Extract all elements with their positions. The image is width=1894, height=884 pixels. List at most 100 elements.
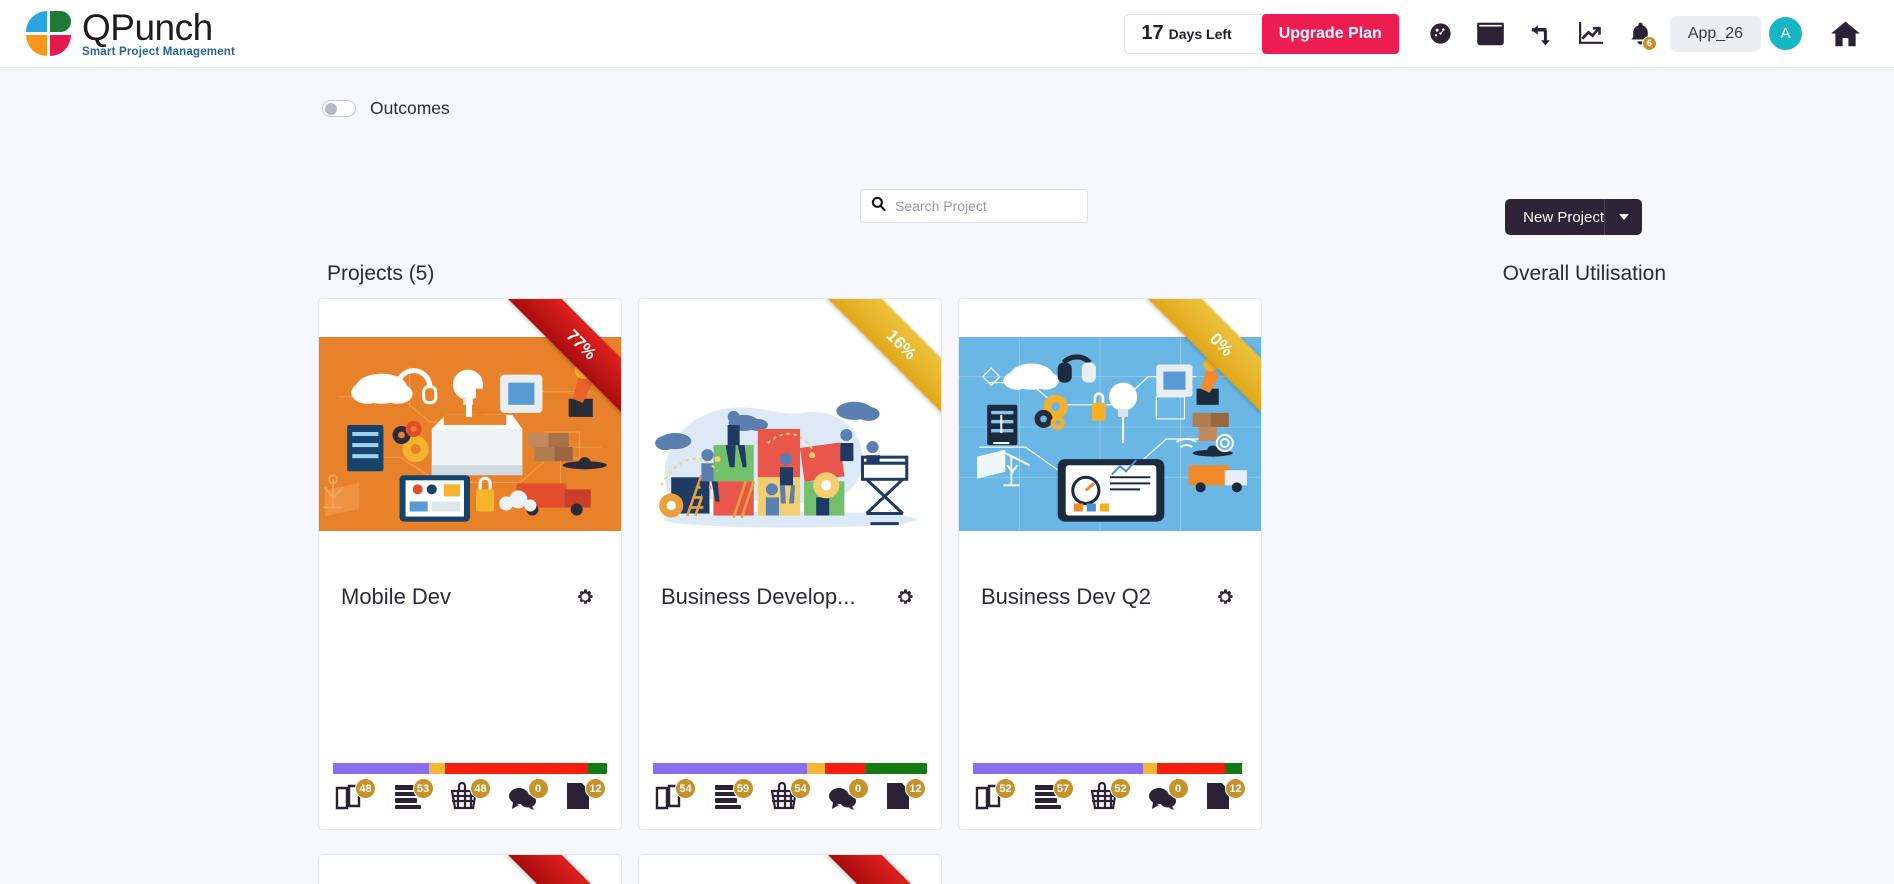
stat-calendar-basket[interactable]: 52 (1090, 778, 1131, 815)
project-card-slot: 77% (318, 298, 638, 830)
stat-count-badge: 52 (1110, 778, 1131, 799)
project-title: Mobile Dev (341, 584, 452, 609)
stat-folder[interactable]: 12 (885, 778, 926, 815)
project-card[interactable]: 0% Business Dev Q2 52 57 52 0 12 (958, 298, 1262, 830)
app-header: QPunch Smart Project Management 17 Days … (0, 0, 1894, 68)
projects-toolbar: Outcomes New Project (0, 68, 1894, 235)
stat-count-badge: 52 (995, 778, 1016, 799)
workspace-selector[interactable]: App_26 (1669, 15, 1761, 52)
chevron-down-icon[interactable] (1604, 199, 1642, 235)
card-top-spacer (639, 299, 941, 337)
sync-exchange-icon[interactable] (1516, 12, 1566, 56)
project-card-slot: 77% (638, 854, 958, 884)
project-settings-gear-icon[interactable] (571, 583, 599, 611)
card-title-row: Business Dev Q2 (959, 531, 1261, 611)
stat-count-badge: 12 (1225, 778, 1246, 799)
card-title-row: Business Develop... (639, 531, 941, 611)
progress-segment (1156, 763, 1226, 774)
outcomes-toggle-label: Outcomes (370, 98, 450, 118)
brand-tagline: Smart Project Management (82, 45, 236, 58)
card-footer: 54 59 54 0 12 (639, 763, 941, 815)
project-card-slot: 0% Business Dev Q2 52 57 52 0 12 (958, 298, 1278, 830)
list-board-icon[interactable] (1466, 12, 1516, 56)
stat-count-badge: 48 (355, 778, 376, 799)
progress-segment (428, 763, 446, 774)
progress-segment (653, 763, 807, 774)
project-card-grid: 77% Mobile Dev 48 53 48 0 12 16% Busines… (318, 298, 1588, 884)
stat-comments[interactable]: 0 (828, 778, 869, 815)
new-project-button[interactable]: New Project (1505, 199, 1642, 235)
user-avatar[interactable]: A (1769, 17, 1802, 50)
stat-comments[interactable]: 0 (1148, 778, 1189, 815)
trial-days-label: Days Left (1168, 25, 1232, 42)
progress-segment (445, 763, 588, 774)
progress-segment (973, 763, 1143, 774)
project-thumbnail[interactable] (639, 337, 941, 531)
outcomes-toggle-switch[interactable] (322, 100, 356, 117)
stat-folder[interactable]: 12 (565, 778, 606, 815)
card-footer: 52 57 52 0 12 (959, 763, 1261, 815)
header-actions: 17 Days Left Upgrade Plan 6 App_26 A (1124, 12, 1870, 56)
qpunch-logo-icon (26, 10, 72, 57)
project-card-slot: 16% Business Develop... 54 59 54 0 12 (638, 298, 958, 830)
card-stats: 52 57 52 0 12 (973, 778, 1247, 815)
stat-documents[interactable]: 54 (655, 778, 696, 815)
progress-segment (824, 763, 866, 774)
upgrade-plan-button[interactable]: Upgrade Plan (1261, 13, 1399, 54)
progress-bar (973, 763, 1247, 774)
project-settings-gear-icon[interactable] (891, 583, 919, 611)
project-settings-gear-icon[interactable] (1211, 583, 1239, 611)
card-footer: 48 53 48 0 12 (319, 763, 621, 815)
trial-upgrade-box: 17 Days Left Upgrade Plan (1124, 13, 1400, 54)
search-project-box[interactable] (860, 189, 1088, 223)
stat-documents[interactable]: 52 (975, 778, 1016, 815)
notifications-bell-icon[interactable]: 6 (1616, 12, 1666, 56)
outcomes-toggle[interactable]: Outcomes (322, 98, 450, 119)
overall-utilisation-heading: Overall Utilisation (1502, 262, 1666, 285)
search-input[interactable] (895, 198, 1077, 214)
search-icon (871, 196, 886, 216)
project-card[interactable]: 77% (318, 298, 622, 830)
card-stats: 48 53 48 0 12 (333, 778, 607, 815)
project-title: Business Develop... (661, 584, 856, 609)
main-content: Outcomes New Project Projects (5) Overal… (0, 68, 1894, 884)
card-top-spacer (959, 299, 1261, 337)
project-card[interactable]: 77% (638, 854, 942, 884)
stat-comments[interactable]: 0 (508, 778, 549, 815)
dashboard-gauge-icon[interactable] (1416, 12, 1466, 56)
stat-count-badge: 0 (527, 778, 549, 799)
card-top-spacer (319, 855, 621, 884)
stat-count-badge: 53 (412, 778, 434, 799)
stat-folder[interactable]: 12 (1205, 778, 1246, 815)
stat-calendar-basket[interactable]: 48 (450, 778, 491, 815)
progress-segment (1225, 763, 1242, 774)
analytics-chart-icon[interactable] (1566, 12, 1616, 56)
card-top-spacer (319, 299, 621, 337)
stat-count-badge: 54 (675, 778, 696, 799)
stat-tasks-list[interactable]: 57 (1033, 778, 1074, 815)
progress-segment (587, 763, 607, 774)
card-stats: 54 59 54 0 12 (653, 778, 927, 815)
stat-tasks-list[interactable]: 53 (393, 778, 434, 815)
stat-calendar-basket[interactable]: 54 (770, 778, 811, 815)
stat-count-badge: 59 (732, 778, 754, 799)
brand-name: QPunch (82, 6, 213, 48)
home-icon[interactable] (1820, 12, 1870, 56)
stat-count-badge: 12 (585, 778, 606, 799)
project-thumbnail[interactable] (319, 337, 621, 531)
stat-count-badge: 48 (470, 778, 491, 799)
stat-documents[interactable]: 48 (335, 778, 376, 815)
progress-segment (333, 763, 429, 774)
brand-logo[interactable]: QPunch Smart Project Management (26, 9, 235, 59)
stat-count-badge: 12 (905, 778, 926, 799)
new-project-label: New Project (1523, 208, 1604, 226)
project-thumbnail[interactable] (959, 337, 1261, 531)
card-top-spacer (639, 855, 941, 884)
project-card-slot: 77% (318, 854, 638, 884)
progress-segment (865, 763, 927, 774)
stat-count-badge: 54 (790, 778, 811, 799)
trial-days-count: 17 (1141, 22, 1164, 44)
project-card[interactable]: 77% (318, 854, 622, 884)
project-card[interactable]: 16% Business Develop... 54 59 54 0 12 (638, 298, 942, 830)
stat-tasks-list[interactable]: 59 (713, 778, 754, 815)
